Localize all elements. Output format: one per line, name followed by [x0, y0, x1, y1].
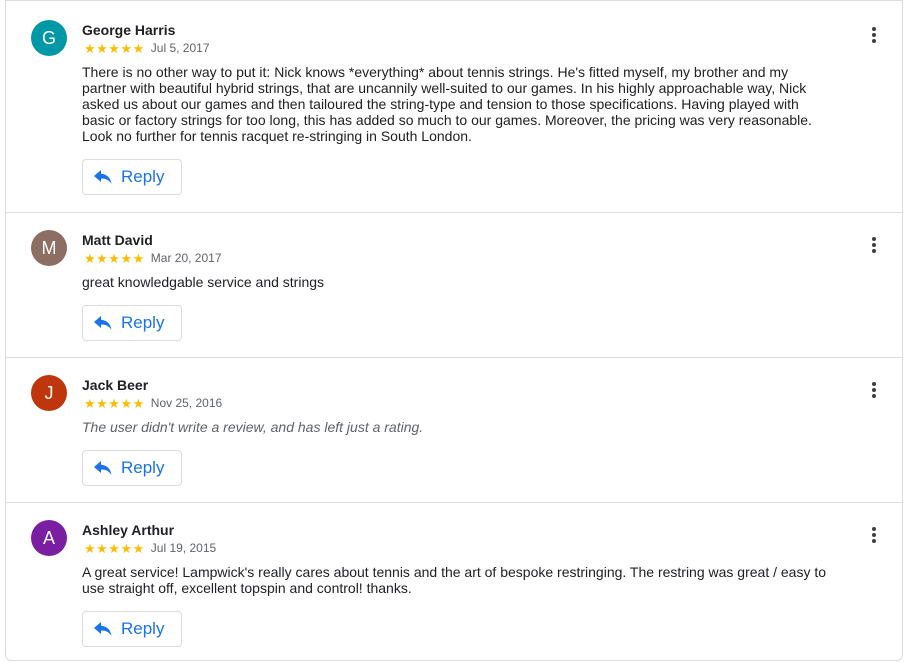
review-date: Jul 19, 2015: [150, 541, 217, 555]
star-rating: ★★★★★: [84, 541, 145, 556]
reply-arrow-icon: [94, 622, 112, 636]
review-card: A Ashley Arthur ★★★★★ Jul 19, 2015 A gre…: [6, 502, 902, 660]
rating-row: ★★★★★ Jul 5, 2017: [84, 41, 210, 56]
more-options-icon[interactable]: [868, 380, 880, 400]
review-text: A great service! Lampwick's really cares…: [82, 564, 827, 596]
reply-label: Reply: [121, 458, 165, 477]
review-date: Nov 25, 2016: [150, 396, 223, 410]
reply-arrow-icon: [94, 461, 112, 475]
reply-label: Reply: [121, 619, 165, 638]
reply-button[interactable]: Reply: [82, 450, 182, 486]
reply-arrow-icon: [94, 316, 112, 330]
reply-button[interactable]: Reply: [82, 305, 182, 341]
star-rating: ★★★★★: [84, 396, 145, 411]
reviewer-name[interactable]: Matt David: [82, 232, 153, 248]
review-text: great knowledgable service and strings: [82, 274, 325, 290]
more-options-icon[interactable]: [868, 25, 880, 45]
review-card: J Jack Beer ★★★★★ Nov 25, 2016 The user …: [6, 357, 902, 502]
rating-row: ★★★★★ Jul 19, 2015: [84, 541, 217, 556]
reply-label: Reply: [121, 313, 165, 332]
reply-button[interactable]: Reply: [82, 159, 182, 195]
rating-row: ★★★★★ Nov 25, 2016: [84, 396, 223, 411]
no-review-text: The user didn't write a review, and has …: [82, 419, 424, 435]
avatar[interactable]: M: [31, 230, 67, 266]
reviewer-name[interactable]: Ashley Arthur: [82, 522, 174, 538]
review-card: M Matt David ★★★★★ Mar 20, 2017 great kn…: [6, 212, 902, 357]
review-date: Jul 5, 2017: [150, 41, 210, 55]
rating-row: ★★★★★ Mar 20, 2017: [84, 251, 222, 266]
avatar[interactable]: A: [31, 520, 67, 556]
reply-arrow-icon: [94, 170, 112, 184]
review-card: G George Harris ★★★★★ Jul 5, 2017 There …: [6, 1, 902, 212]
reply-button[interactable]: Reply: [82, 611, 182, 647]
reviews-list: G George Harris ★★★★★ Jul 5, 2017 There …: [5, 0, 903, 661]
avatar[interactable]: G: [31, 20, 67, 56]
reviewer-name[interactable]: George Harris: [82, 22, 175, 38]
star-rating: ★★★★★: [84, 251, 145, 266]
reviewer-name[interactable]: Jack Beer: [82, 377, 148, 393]
star-rating: ★★★★★: [84, 41, 145, 56]
review-text: There is no other way to put it: Nick kn…: [82, 64, 812, 144]
more-options-icon[interactable]: [868, 525, 880, 545]
review-date: Mar 20, 2017: [150, 251, 222, 265]
more-options-icon[interactable]: [868, 235, 880, 255]
avatar[interactable]: J: [31, 375, 67, 411]
reply-label: Reply: [121, 167, 165, 186]
